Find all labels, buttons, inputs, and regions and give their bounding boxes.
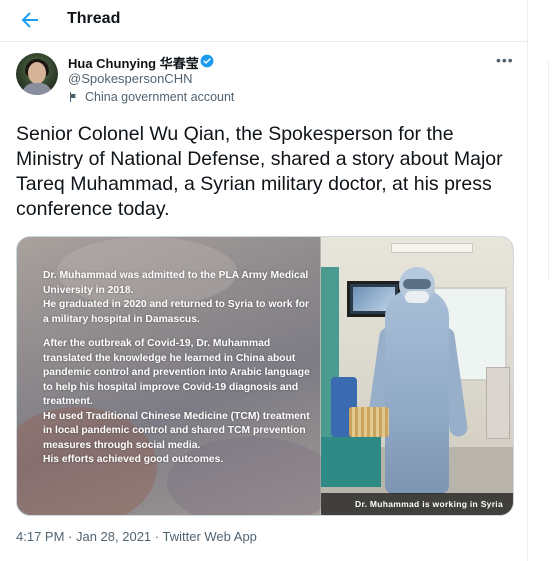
basket xyxy=(349,407,389,437)
tweet-time[interactable]: 4:17 PM xyxy=(16,529,64,544)
media-text-panel: Dr. Muhammad was admitted to the PLA Arm… xyxy=(17,237,337,515)
author-handle[interactable]: @SpokespersonCHN xyxy=(68,71,192,86)
avatar[interactable] xyxy=(16,53,58,95)
more-options-button[interactable]: ••• xyxy=(496,52,514,68)
tweet-date[interactable]: Jan 28, 2021 xyxy=(76,529,151,544)
arrow-left-icon xyxy=(21,12,38,28)
more-dots-icon: ••• xyxy=(496,52,514,68)
cabinet xyxy=(486,367,510,439)
tweet-text: Senior Colonel Wu Qian, the Spokesperson… xyxy=(16,123,503,220)
tweet-metadata: 4:17 PM · Jan 28, 2021 · Twitter Web App xyxy=(16,529,257,544)
author-name[interactable]: Hua Chunying 华春莹 xyxy=(68,53,199,72)
media-paragraph-2: After the outbreak of Covid-19, Dr. Muha… xyxy=(43,338,310,465)
page-title: Thread xyxy=(67,10,121,27)
thread-column: Thread Hua Chunying 华春莹 @SpokespersonCHN… xyxy=(0,0,528,561)
doctor-figure xyxy=(385,289,449,494)
back-button[interactable] xyxy=(18,8,42,32)
government-label-text: China government account xyxy=(85,90,235,104)
tweet-media[interactable]: Dr. Muhammad was admitted to the PLA Arm… xyxy=(16,236,514,516)
media-paragraph-1: Dr. Muhammad was admitted to the PLA Arm… xyxy=(43,270,310,325)
media-text: Dr. Muhammad was admitted to the PLA Arm… xyxy=(43,269,313,478)
tweet-source[interactable]: Twitter Web App xyxy=(163,529,257,544)
government-label[interactable]: China government account xyxy=(68,90,234,104)
bench xyxy=(321,437,381,487)
right-sidebar-edge xyxy=(528,0,554,561)
ceiling-light xyxy=(391,243,473,253)
verified-badge-icon xyxy=(200,54,214,68)
flag-icon xyxy=(70,92,76,102)
photo-caption: Dr. Muhammad is working in Syria xyxy=(321,493,513,515)
thread-header: Thread xyxy=(0,0,527,42)
media-photo: Dr. Muhammad is working in Syria xyxy=(321,237,513,515)
